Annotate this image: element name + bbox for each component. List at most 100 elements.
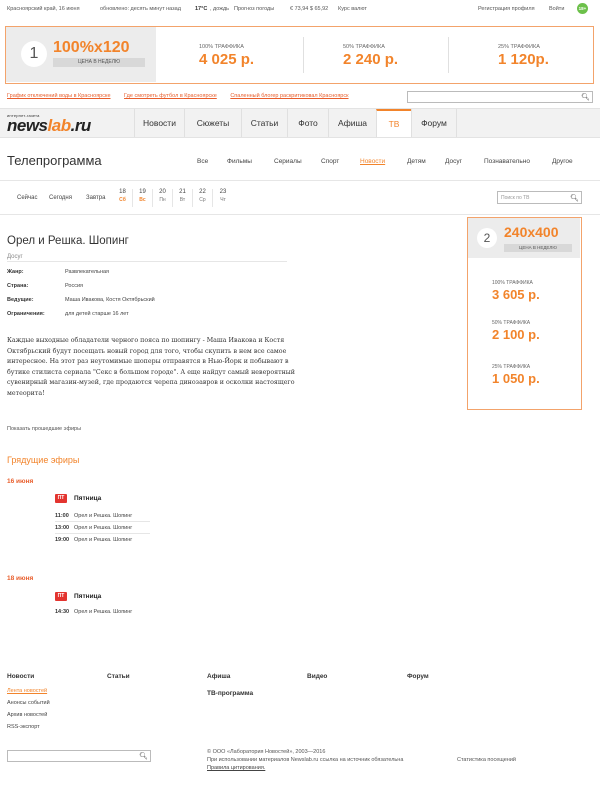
- channel-logo-icon: ПТ: [55, 592, 67, 601]
- prop-value: Маша Ивакова, Костя Октябрьский: [65, 297, 155, 303]
- footer-afisha[interactable]: Афиша: [207, 673, 230, 680]
- category-news[interactable]: Новости: [360, 158, 385, 165]
- date-number: 21: [179, 189, 186, 195]
- copyright: © ООО «Лаборатория Новостей», 2003—2016 …: [207, 748, 447, 772]
- nav-photo[interactable]: Фото: [287, 109, 328, 137]
- upcoming-date: 16 июня: [7, 478, 34, 485]
- prop-value: для детей старше 16 лет: [65, 311, 129, 317]
- footer-link[interactable]: Архив новостей: [7, 712, 47, 718]
- channel-name[interactable]: Пятница: [74, 593, 101, 600]
- ad-tier-label: 25% ТРАФФИКА: [492, 364, 531, 370]
- ad-tier-label: 25% ТРАФФИКА: [498, 44, 540, 50]
- episode-name[interactable]: Орел и Решка. Шопинг: [74, 513, 132, 519]
- ad-banner[interactable]: 1 100%x120 ЦЕНА В НЕДЕЛЮ 100% ТРАФФИКА 4…: [5, 26, 594, 84]
- day-now[interactable]: Сейчас: [17, 195, 37, 201]
- footer-video[interactable]: Видео: [307, 673, 327, 680]
- weather-text: , дождь: [210, 6, 230, 12]
- ad-tier-price: 1 120р.: [498, 51, 549, 68]
- search-icon[interactable]: 🔍︎: [581, 93, 590, 101]
- footer-link[interactable]: Анонсы событий: [7, 700, 50, 706]
- region-date: Красноярский край, 16 июня: [7, 6, 80, 12]
- footer-search-input[interactable]: 🔍︎: [7, 750, 151, 762]
- category-kids[interactable]: Детям: [407, 158, 426, 165]
- date-cell[interactable]: 20 Пн: [153, 189, 173, 207]
- date-cell[interactable]: 18 Сб: [113, 189, 133, 207]
- channel-logo-icon: ПТ: [55, 494, 67, 503]
- episode-name[interactable]: Орел и Решка. Шопинг: [74, 525, 132, 531]
- site-logo[interactable]: newslab.ru: [7, 116, 91, 136]
- category-educational[interactable]: Познавательно: [484, 158, 530, 165]
- hot-link[interactable]: Где смотреть футбол в Красноярске: [124, 93, 217, 99]
- search-icon[interactable]: 🔍︎: [570, 194, 579, 202]
- citation-rules-link[interactable]: Правила цитирования.: [207, 764, 447, 772]
- site-search-input[interactable]: 🔍︎: [407, 91, 593, 103]
- copyright-text: © ООО «Лаборатория Новостей», 2003—2016: [207, 749, 326, 755]
- episode-time: 11:00: [55, 513, 69, 519]
- date-number: 20: [159, 189, 166, 195]
- prop-key: Ведущие:: [7, 297, 34, 303]
- footer-news[interactable]: Новости: [7, 673, 34, 680]
- divider: [55, 533, 150, 534]
- nav-forum[interactable]: Форум: [411, 109, 457, 137]
- episode-name[interactable]: Орел и Решка. Шопинг: [74, 537, 132, 543]
- day-tomorrow[interactable]: Завтра: [86, 195, 105, 201]
- date-cell[interactable]: 22 Ср: [193, 189, 213, 207]
- logo-ru: .ru: [70, 116, 92, 135]
- prop-key: Страна:: [7, 283, 29, 289]
- ad-tier-price: 2 100 р.: [492, 327, 540, 342]
- ad-tier-price: 1 050 р.: [492, 371, 540, 386]
- nav-articles[interactable]: Статьи: [241, 109, 287, 137]
- side-ad-head: 2 240x400 ЦЕНА В НЕДЕЛЮ: [468, 218, 580, 258]
- updated-text: обновлено: десять минут назад: [100, 6, 181, 12]
- footer-tv[interactable]: ТВ-программа: [207, 690, 253, 697]
- hot-link[interactable]: Спаленный блогер раскритиковал Красноярс…: [230, 93, 348, 99]
- temperature: 17°С: [195, 6, 208, 12]
- copyright-notice: При использовании материалов Newslab.ru …: [207, 757, 404, 763]
- footer-articles[interactable]: Статьи: [107, 673, 130, 680]
- nav-news[interactable]: Новости: [134, 109, 184, 137]
- side-ad[interactable]: 2 240x400 ЦЕНА В НЕДЕЛЮ 100% ТРАФФИКА 3 …: [467, 217, 582, 410]
- hot-link[interactable]: График отключений воды в Красноярске: [7, 93, 111, 99]
- page-title: Телепрограмма: [7, 153, 102, 168]
- program-title: Орел и Решка. Шопинг: [7, 235, 129, 247]
- date-cell[interactable]: 19 Вс: [133, 189, 153, 207]
- date-weekday: Ср: [199, 197, 206, 203]
- footer-link[interactable]: RSS-экспорт: [7, 724, 40, 730]
- footer-forum[interactable]: Форум: [407, 673, 429, 680]
- nav-stories[interactable]: Сюжеты: [184, 109, 241, 137]
- nav-tv[interactable]: ТВ: [376, 109, 411, 137]
- ad-size: 240x400: [504, 224, 559, 240]
- date-cell[interactable]: 23 Чт: [213, 189, 233, 207]
- day-today[interactable]: Сегодня: [49, 195, 72, 201]
- tv-search-input[interactable]: Поиск по ТВ 🔍︎: [497, 191, 582, 204]
- tv-search-placeholder: Поиск по ТВ: [501, 195, 530, 201]
- ad-week-label: ЦЕНА В НЕДЕЛЮ: [53, 58, 145, 67]
- show-past-link[interactable]: Показать прошедшие эфиры: [7, 426, 81, 432]
- category-leisure[interactable]: Досуг: [445, 158, 462, 165]
- category-films[interactable]: Фильмы: [227, 158, 252, 165]
- search-icon[interactable]: 🔍︎: [139, 752, 148, 760]
- category-all[interactable]: Все: [197, 158, 208, 165]
- date-number: 18: [119, 189, 126, 195]
- category-series[interactable]: Сериалы: [274, 158, 302, 165]
- ad-divider: [303, 37, 304, 73]
- program-description: Каждые выходные обладатели черного пояса…: [7, 337, 295, 397]
- channel-name[interactable]: Пятница: [74, 495, 101, 502]
- currency-link[interactable]: Курс валют: [338, 6, 367, 12]
- footer-link[interactable]: Лента новостей: [7, 688, 47, 694]
- ad-size: 100%x120: [53, 39, 130, 56]
- date-weekday: Чт: [220, 197, 226, 203]
- category-other[interactable]: Другое: [552, 158, 573, 165]
- date-weekday: Вт: [179, 197, 186, 203]
- forecast-link[interactable]: Прогноз погоды: [234, 6, 274, 12]
- nav-afisha[interactable]: Афиша: [328, 109, 376, 137]
- program-genre[interactable]: Досуг: [7, 254, 23, 260]
- episode-time: 19:00: [55, 537, 70, 543]
- category-sport[interactable]: Спорт: [321, 158, 339, 165]
- register-link[interactable]: Регистрация профиля: [478, 6, 535, 12]
- date-number: 22: [199, 189, 206, 195]
- login-link[interactable]: Войти: [549, 6, 564, 12]
- episode-name[interactable]: Орел и Решка. Шопинг: [74, 609, 132, 615]
- date-cell[interactable]: 21 Вт: [173, 189, 193, 207]
- stats-link[interactable]: Статистика посещений: [457, 757, 516, 763]
